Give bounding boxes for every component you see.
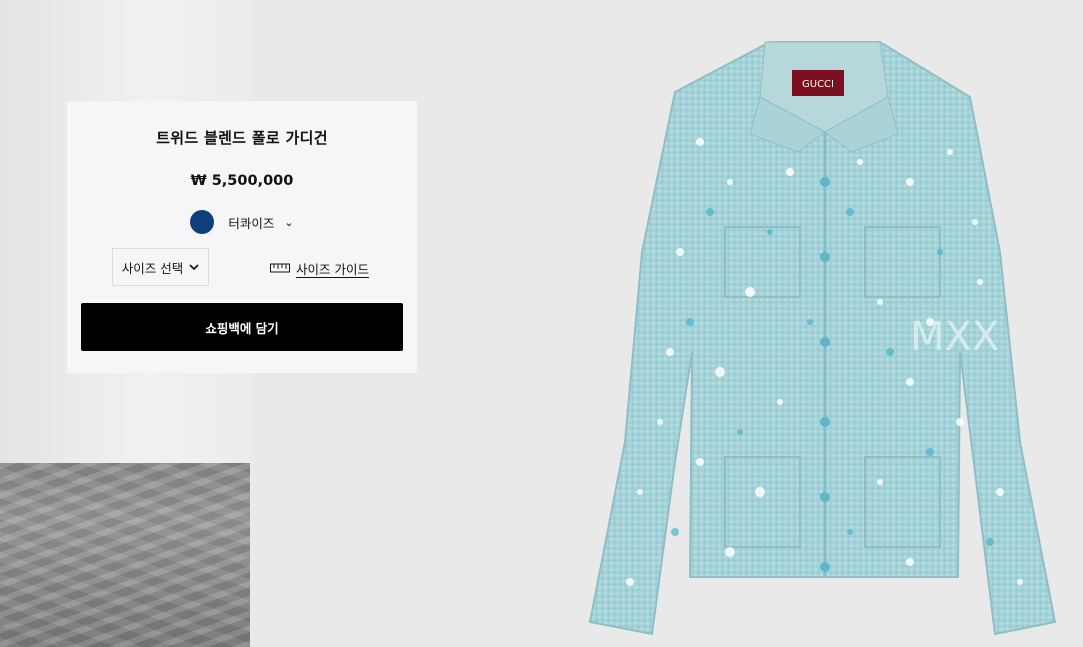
- product-title: 트위드 블렌드 폴로 가디건: [156, 129, 328, 147]
- watermark-text: MXX: [910, 314, 999, 360]
- color-selector[interactable]: 터콰이즈 ⌄: [67, 209, 417, 235]
- product-info-card: 트위드 블렌드 폴로 가디건 ₩ 5,500,000 터콰이즈 ⌄ 사이즈 선택…: [67, 101, 417, 373]
- color-label: 터콰이즈: [228, 215, 275, 231]
- chevron-down-icon: ⌄: [284, 215, 294, 229]
- product-image: GUCCI MXX: [588, 41, 1057, 636]
- add-to-bag-button[interactable]: 쇼핑백에 담기: [81, 303, 403, 351]
- background-floor: [0, 463, 250, 647]
- color-swatch[interactable]: [190, 210, 215, 234]
- brand-tag-text: GUCCI: [802, 79, 834, 90]
- ruler-icon: [270, 263, 290, 273]
- product-price: ₩ 5,500,000: [190, 173, 294, 189]
- size-guide-label: 사이즈 가이드: [296, 261, 369, 277]
- size-select-dropdown[interactable]: 사이즈 선택: [112, 248, 209, 286]
- size-guide-link[interactable]: 사이즈 가이드: [270, 258, 369, 278]
- chevron-down-icon: [189, 263, 199, 270]
- size-select-label: 사이즈 선택: [121, 260, 184, 276]
